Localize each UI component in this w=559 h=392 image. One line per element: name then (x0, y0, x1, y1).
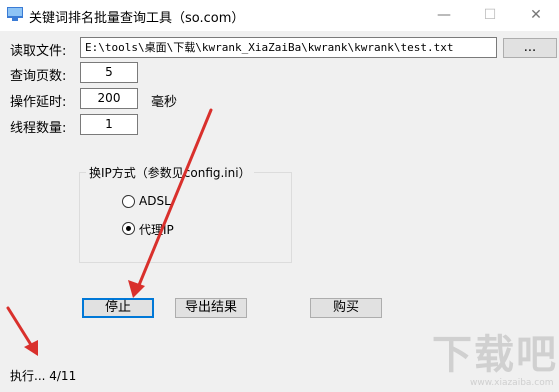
close-button[interactable]: ✕ (513, 0, 559, 31)
delay-unit-label: 毫秒 (151, 95, 178, 110)
title-bar[interactable]: 关键词排名批量查询工具（so.com） — ☐ ✕ (0, 0, 559, 31)
threads-label: 线程数量: (10, 121, 67, 136)
radio-adsl[interactable] (122, 195, 135, 208)
browse-button[interactable]: ... (503, 38, 557, 58)
file-path-field[interactable]: E:\tools\桌面\下载\kwrank_XiaZaiBa\kwrank\kw… (80, 37, 497, 58)
maximize-button[interactable]: ☐ (467, 0, 513, 31)
pages-field[interactable]: 5 (80, 62, 138, 83)
ip-method-title: 换IP方式（参数见config.ini） (86, 164, 254, 181)
minimize-button[interactable]: — (421, 0, 467, 31)
app-window: 关键词排名批量查询工具（so.com） — ☐ ✕ 读取文件: E:\tools… (0, 0, 559, 392)
radio-adsl-label[interactable]: ADSL (139, 194, 171, 208)
file-label: 读取文件: (10, 44, 67, 59)
export-results-button[interactable]: 导出结果 (175, 298, 247, 318)
threads-field[interactable]: 1 (80, 114, 138, 135)
app-icon (7, 7, 23, 21)
status-text: 执行... 4/11 (10, 369, 77, 383)
arrow-to-status-text (6, 306, 38, 356)
stop-button[interactable]: 停止 (82, 298, 154, 318)
radio-proxy-ip-label[interactable]: 代理IP (139, 221, 174, 238)
ip-method-groupbox (79, 172, 292, 263)
watermark-logo: 下载吧 (432, 332, 558, 378)
buy-button[interactable]: 购买 (310, 298, 382, 318)
delay-label: 操作延时: (10, 95, 67, 110)
delay-field[interactable]: 200 (80, 88, 138, 109)
watermark-url: www.xiazaiba.com (470, 378, 554, 388)
radio-proxy-ip[interactable] (122, 222, 135, 235)
pages-label: 查询页数: (10, 69, 67, 84)
window-title: 关键词排名批量查询工具（so.com） (29, 11, 245, 26)
